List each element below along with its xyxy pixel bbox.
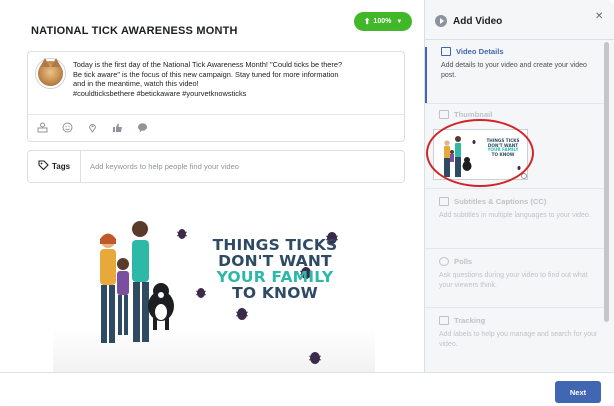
post-text-box[interactable]: Today is the first day of the National T… (27, 51, 405, 142)
post-text[interactable]: Today is the first day of the National T… (73, 60, 393, 98)
tags-label-text: Tags (51, 162, 71, 171)
avatar (36, 58, 65, 88)
close-icon[interactable]: ✕ (595, 11, 603, 22)
step-polls[interactable]: Polls Ask questions during your video to… (425, 257, 605, 307)
thumbnail-icon (439, 110, 449, 119)
upload-arrow-icon: ⬆ (363, 17, 371, 26)
step-header: Subtitles & Captions (CC) (439, 197, 546, 206)
post-title: NATIONAL TICK AWARENESS MONTH (31, 25, 238, 37)
step-description: Add subtitles in multiple languages to y… (439, 212, 591, 219)
add-video-sidebar: Add Video ✕ Video Details Add details to… (424, 0, 614, 372)
tag-people-icon[interactable] (36, 121, 49, 134)
polls-icon (439, 257, 449, 266)
video-headline-line: THINGS TICKS (212, 236, 338, 254)
step-label: Thumbnail (454, 110, 493, 119)
divider (425, 248, 605, 249)
add-video-dialog: NATIONAL TICK AWARENESS MONTH ⬆ 100% ▼ T… (0, 0, 614, 406)
divider (425, 188, 605, 189)
post-text-line: Be tick aware" is the focus of this new … (73, 69, 339, 79)
compose-toolbar (36, 121, 149, 134)
post-text-line: Today is the first day of the National T… (73, 60, 343, 69)
step-header: Polls (439, 257, 472, 266)
next-button[interactable]: Next (555, 381, 601, 403)
tags-input[interactable]: Add keywords to help people find your vi… (90, 151, 390, 182)
step-tracking[interactable]: Tracking Add labels to help you manage a… (425, 316, 605, 366)
chevron-down-icon: ▼ (396, 18, 403, 25)
video-headline: THINGS TICKS DON'T WANT YOUR FAMILY TO K… (205, 237, 345, 301)
step-subtitles[interactable]: Subtitles & Captions (CC) Add subtitles … (425, 197, 605, 247)
step-label: Polls (454, 257, 473, 266)
post-text-line: and in the meantime, watch this video! (73, 79, 199, 89)
video-headline-line: DON'T WANT (218, 252, 332, 270)
divider (425, 103, 605, 104)
thumbs-up-icon[interactable] (111, 121, 124, 134)
messenger-icon[interactable] (136, 121, 149, 134)
video-details-icon (441, 47, 451, 56)
sidebar-title: Add Video (453, 16, 503, 27)
step-label: Subtitles & Captions (CC) (454, 197, 547, 206)
post-hashtags: #couldticksbethere #betickaware #yourvet… (73, 88, 247, 98)
video-preview[interactable]: THINGS TICKS DON'T WANT YOUR FAMILY TO K… (53, 196, 375, 372)
step-description: Add details to your video and create you… (441, 62, 587, 79)
divider (425, 307, 605, 308)
play-icon (435, 15, 447, 27)
video-headline-line: TO KNOW (232, 284, 318, 302)
step-label: Video Details (456, 47, 504, 56)
highlight-circle (426, 119, 534, 187)
sidebar-header: Add Video ✕ (425, 0, 614, 40)
step-header: Tracking (439, 316, 485, 325)
location-icon[interactable] (86, 121, 99, 134)
feeling-icon[interactable] (61, 121, 74, 134)
dialog-footer (0, 372, 614, 406)
upload-progress-label: 100% (373, 18, 392, 25)
video-headline-line: YOUR FAMILY (216, 268, 334, 286)
subtitles-icon (439, 197, 449, 206)
divider (28, 114, 404, 115)
step-header: Thumbnail (439, 110, 492, 119)
step-description: Ask questions during your video to find … (439, 272, 588, 289)
sidebar-scrollbar[interactable] (604, 42, 609, 322)
tags-field: Tags Add keywords to help people find yo… (27, 150, 405, 183)
step-label: Tracking (454, 316, 486, 325)
tracking-icon (439, 316, 449, 325)
step-description: Add labels to help you manage and search… (439, 331, 598, 348)
upload-progress-button[interactable]: ⬆ 100% ▼ (354, 12, 412, 31)
step-video-details[interactable]: Video Details Add details to your video … (425, 47, 605, 103)
tags-label: Tags (28, 151, 81, 182)
step-header: Video Details (441, 47, 504, 56)
tag-icon (38, 160, 49, 173)
post-composer-panel: NATIONAL TICK AWARENESS MONTH ⬆ 100% ▼ T… (0, 0, 424, 372)
